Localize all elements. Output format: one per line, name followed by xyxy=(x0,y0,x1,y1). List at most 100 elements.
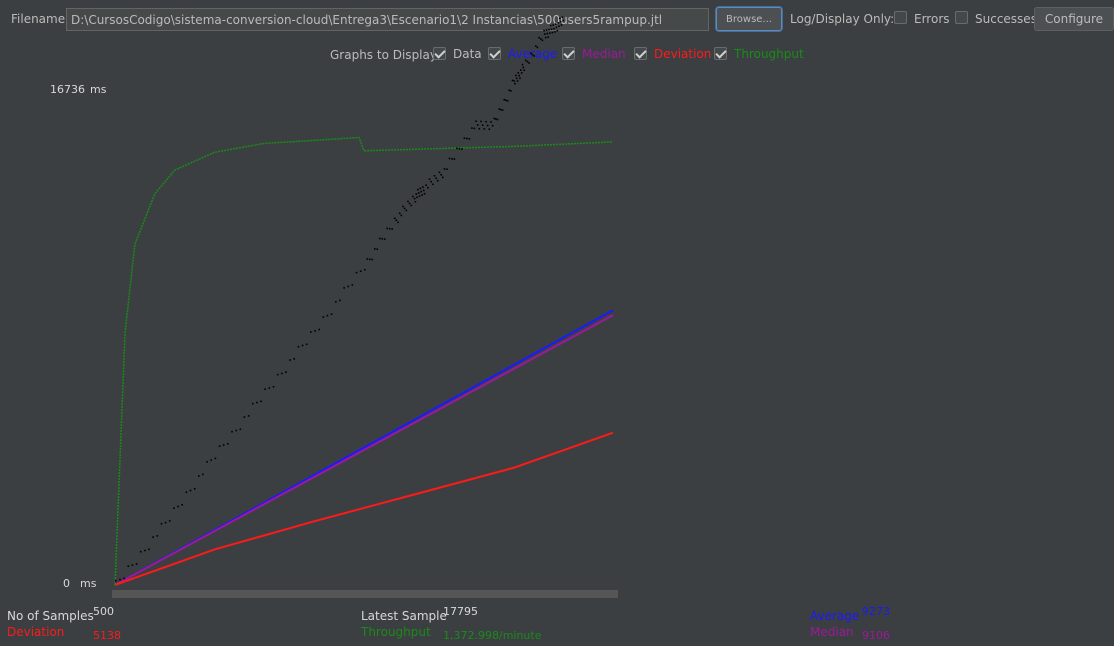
data-point xyxy=(222,444,225,446)
data-point xyxy=(522,66,525,69)
y-min-unit: ms xyxy=(80,577,97,590)
data-point xyxy=(562,19,564,22)
data-point xyxy=(139,550,142,553)
average-stat-label: Average xyxy=(810,609,860,623)
data-point xyxy=(496,118,499,121)
data-point xyxy=(391,228,393,230)
data-point xyxy=(156,535,159,537)
data-point xyxy=(430,180,432,183)
data-series xyxy=(115,16,564,582)
data-point xyxy=(383,238,386,240)
data-point xyxy=(543,29,545,32)
data-point xyxy=(540,38,542,40)
data-point xyxy=(218,445,221,447)
data-point xyxy=(374,248,376,250)
data-point xyxy=(435,177,437,180)
data-point xyxy=(388,227,391,230)
data-point xyxy=(427,186,429,189)
data-point xyxy=(554,23,557,25)
y-max-unit: ms xyxy=(90,83,107,96)
data-point xyxy=(480,120,482,123)
data-point xyxy=(227,443,229,445)
data-point xyxy=(552,24,554,26)
data-point xyxy=(418,195,421,197)
data-point xyxy=(415,193,418,195)
data-point xyxy=(490,121,492,123)
data-point xyxy=(498,108,501,110)
data-point xyxy=(560,24,563,26)
throughput-series-line xyxy=(114,136,614,586)
data-point xyxy=(505,99,507,102)
data-point xyxy=(289,359,291,361)
data-point xyxy=(305,343,308,346)
data-point xyxy=(297,345,300,348)
data-point xyxy=(458,147,461,150)
data-point xyxy=(544,36,547,39)
graph-scrollbar[interactable] xyxy=(112,590,618,598)
data-point xyxy=(206,461,208,463)
data-point xyxy=(422,189,425,192)
data-point xyxy=(247,415,250,417)
data-point xyxy=(131,564,134,566)
data-point xyxy=(547,36,549,38)
series-layer xyxy=(114,16,614,586)
data-point xyxy=(440,174,442,176)
average-stat-value: 9273 xyxy=(862,605,890,618)
data-point xyxy=(432,183,434,186)
data-point xyxy=(548,28,550,31)
data-point xyxy=(433,175,436,177)
median-stat-label: Median xyxy=(810,625,854,639)
data-point xyxy=(520,69,522,71)
data-point xyxy=(425,184,427,186)
data-point xyxy=(428,178,431,180)
data-point xyxy=(523,69,525,71)
data-point xyxy=(511,79,514,82)
data-point xyxy=(549,32,551,34)
data-point xyxy=(518,74,520,77)
data-point xyxy=(446,168,448,170)
data-point xyxy=(386,227,388,230)
median-stat-value: 9106 xyxy=(862,629,890,642)
data-point xyxy=(397,221,399,224)
data-point xyxy=(530,52,532,55)
data-point xyxy=(135,563,138,565)
data-point xyxy=(559,17,561,20)
data-point xyxy=(475,120,477,122)
data-point xyxy=(535,45,537,47)
data-point xyxy=(495,118,497,120)
data-point xyxy=(521,63,524,66)
data-point xyxy=(510,90,512,92)
data-point xyxy=(123,577,125,580)
data-point xyxy=(413,197,416,200)
data-point xyxy=(551,31,554,34)
latest-sample-value: 17795 xyxy=(443,605,478,618)
data-point xyxy=(417,188,419,191)
data-point xyxy=(264,388,266,390)
data-point xyxy=(160,522,163,525)
data-point xyxy=(281,372,283,375)
data-point xyxy=(546,32,549,35)
data-point xyxy=(347,285,349,288)
data-point xyxy=(508,89,510,92)
data-point xyxy=(513,80,515,82)
data-point xyxy=(177,505,179,508)
data-point xyxy=(168,520,171,522)
data-point xyxy=(119,578,121,581)
data-point xyxy=(488,128,491,130)
data-point xyxy=(381,238,383,240)
data-point xyxy=(407,200,409,203)
data-point xyxy=(268,387,271,389)
latest-sample-label: Latest Sample xyxy=(361,609,447,623)
data-point xyxy=(189,489,192,492)
data-point xyxy=(536,46,539,49)
data-point xyxy=(214,457,217,460)
data-point xyxy=(481,124,484,126)
data-point xyxy=(549,24,552,27)
data-point xyxy=(437,180,439,182)
data-point xyxy=(471,127,473,129)
data-point xyxy=(398,212,401,215)
data-point xyxy=(351,284,354,286)
data-point xyxy=(210,459,212,461)
data-point xyxy=(239,428,242,431)
data-point xyxy=(486,124,489,127)
